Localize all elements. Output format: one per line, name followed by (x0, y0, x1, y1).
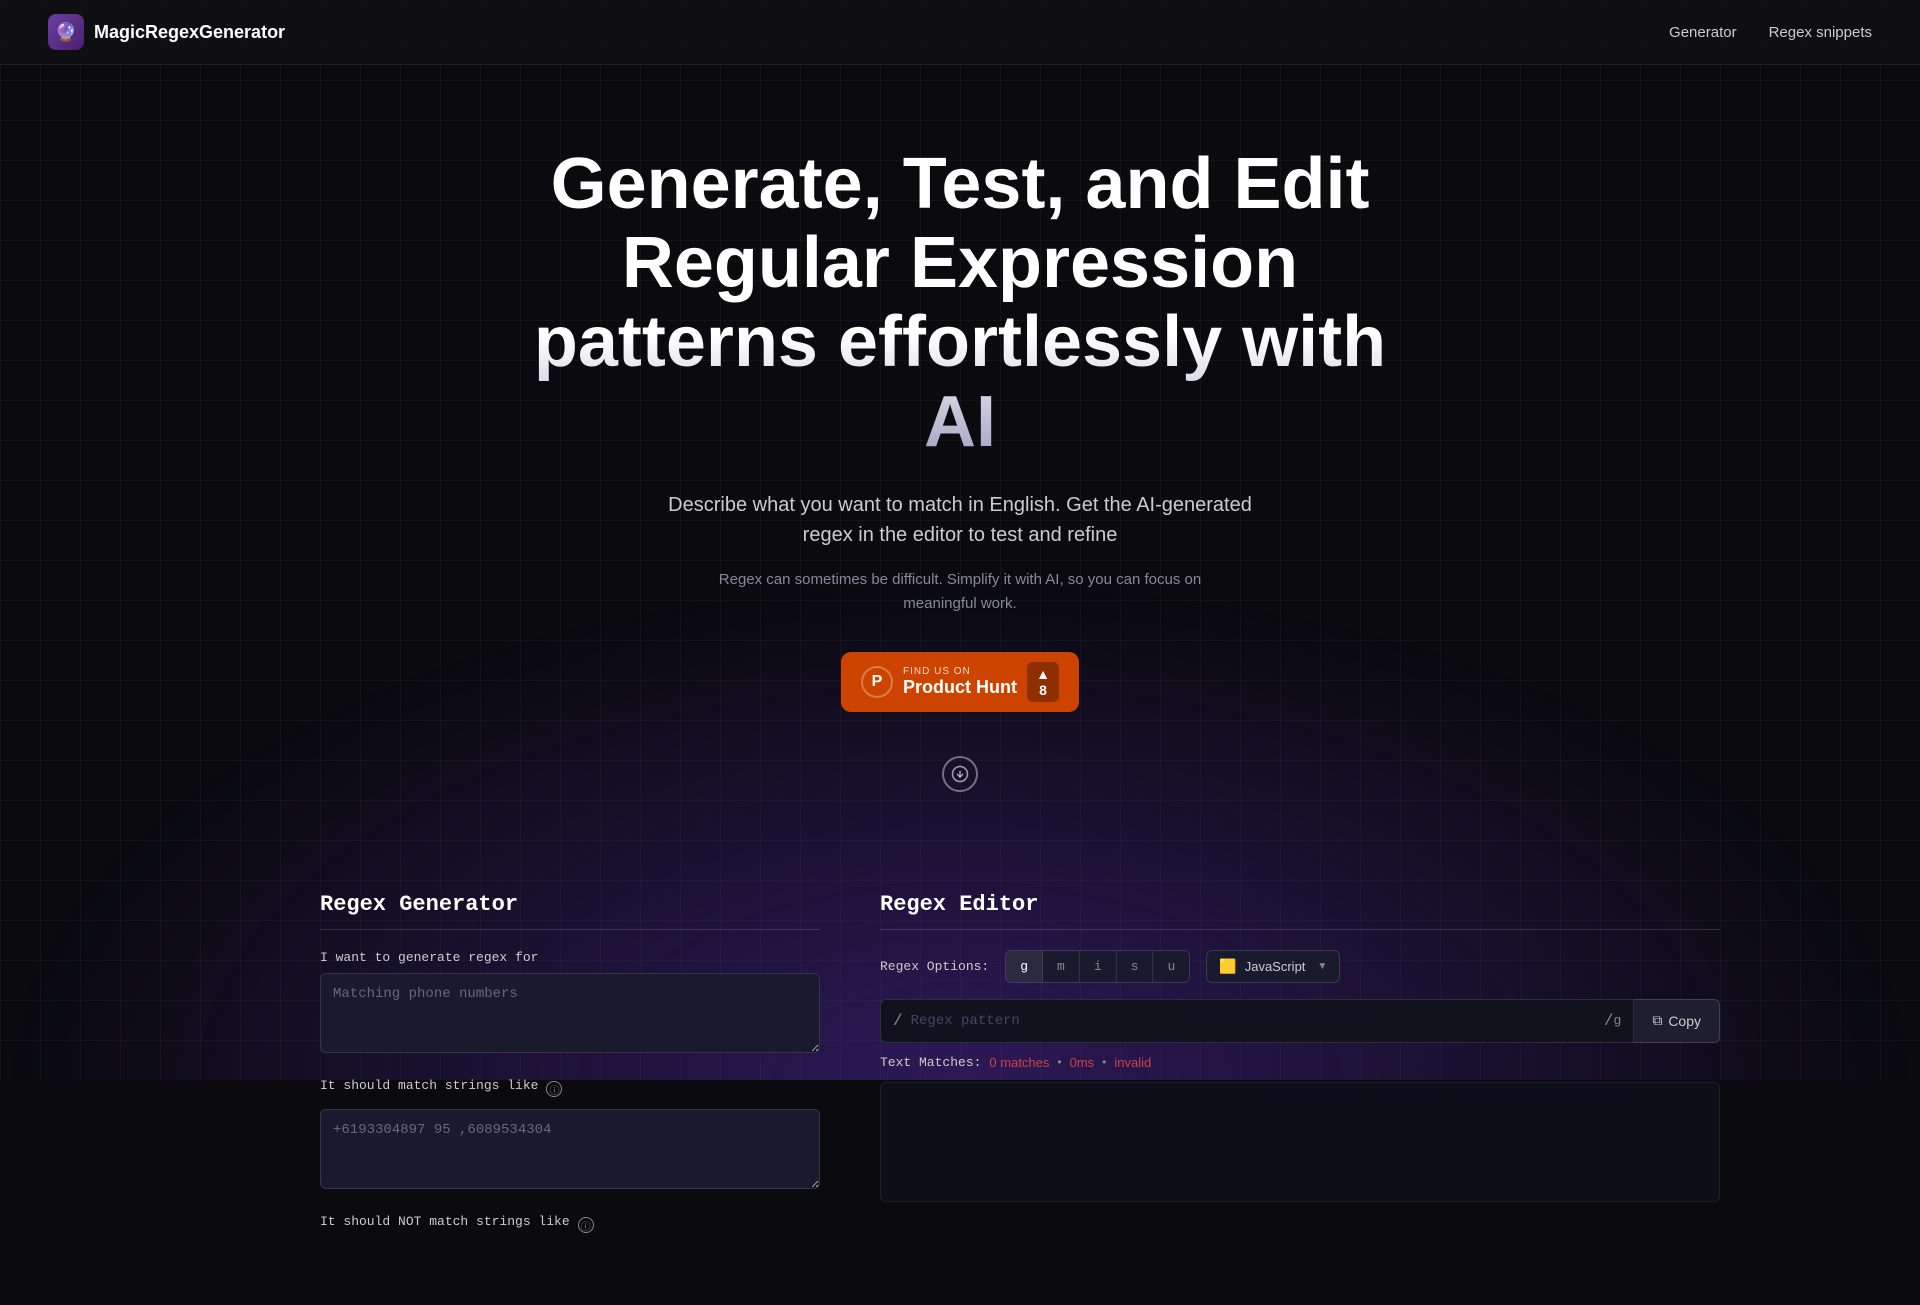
matches-count: 0 matches (989, 1055, 1049, 1070)
match-textarea[interactable] (320, 1109, 820, 1189)
matches-dot-2: • (1102, 1055, 1106, 1069)
scroll-down[interactable] (20, 756, 1900, 792)
product-hunt-text: FIND US ON Product Hunt (903, 666, 1017, 698)
flag-m[interactable]: m (1043, 951, 1080, 982)
logo-text: MagicRegexGenerator (94, 22, 285, 43)
language-label: JavaScript (1245, 959, 1306, 974)
scroll-down-icon[interactable] (942, 756, 978, 792)
hero-subtitle: Describe what you want to match in Engli… (660, 490, 1260, 550)
regex-generator-panel: Regex Generator I want to generate regex… (320, 892, 820, 1245)
copy-button[interactable]: ⧉ Copy (1634, 999, 1720, 1043)
nav-generator[interactable]: Generator (1669, 24, 1737, 41)
regex-editor-panel: Regex Editor Regex Options: g m i s u 🟨 … (880, 892, 1720, 1245)
logo[interactable]: 🔮 MagicRegexGenerator (48, 14, 285, 50)
regex-slash-end: / (1604, 1012, 1614, 1030)
hero-title: Generate, Test, and Edit Regular Express… (510, 145, 1410, 462)
flags-group: g m i s u (1005, 950, 1190, 983)
info-icon-match[interactable]: ⓘ (546, 1081, 562, 1097)
should-not-match-label: It should NOT match strings like (320, 1214, 570, 1229)
main-content: Regex Generator I want to generate regex… (0, 832, 1920, 1305)
regex-input-container: / / g (880, 999, 1634, 1043)
product-hunt-count: ▲ 8 (1027, 662, 1059, 702)
hero-section: Generate, Test, and Edit Regular Express… (0, 65, 1920, 832)
chevron-down-icon: ▼ (1317, 961, 1327, 972)
regex-input-row: / / g ⧉ Copy (880, 999, 1720, 1043)
editor-title: Regex Editor (880, 892, 1720, 930)
language-select[interactable]: 🟨 JavaScript ▼ (1206, 950, 1340, 983)
hero-sub2: Regex can sometimes be difficult. Simpli… (710, 568, 1210, 616)
matches-ms: 0ms (1070, 1055, 1095, 1070)
regex-slash-start: / (893, 1012, 903, 1030)
matches-invalid: invalid (1114, 1055, 1151, 1070)
flag-s[interactable]: s (1117, 951, 1154, 982)
want-label: I want to generate regex for (320, 950, 820, 965)
want-textarea[interactable] (320, 973, 820, 1053)
regex-pattern-input[interactable] (911, 1013, 1600, 1029)
generator-title: Regex Generator (320, 892, 820, 930)
flag-u[interactable]: u (1153, 951, 1189, 982)
options-row: Regex Options: g m i s u 🟨 JavaScript ▼ (880, 950, 1720, 983)
flag-g[interactable]: g (1006, 951, 1043, 982)
matches-row: Text Matches: 0 matches • 0ms • invalid (880, 1055, 1720, 1070)
logo-icon: 🔮 (48, 14, 84, 50)
product-hunt-badge[interactable]: P FIND US ON Product Hunt ▲ 8 (841, 652, 1079, 712)
nav-links: Generator Regex snippets (1669, 24, 1872, 41)
should-not-match-row: It should NOT match strings like ⓘ (320, 1214, 820, 1237)
options-label: Regex Options: (880, 959, 989, 974)
copy-icon: ⧉ (1652, 1012, 1662, 1029)
should-match-label: It should match strings like (320, 1078, 538, 1093)
flag-i[interactable]: i (1080, 951, 1117, 982)
info-icon-no-match[interactable]: ⓘ (578, 1217, 594, 1233)
should-match-row: It should match strings like ⓘ (320, 1078, 820, 1101)
nav-snippets[interactable]: Regex snippets (1769, 24, 1872, 41)
product-hunt-logo: P (861, 666, 893, 698)
regex-flags-end: g (1614, 1013, 1622, 1028)
matches-dot-1: • (1057, 1055, 1061, 1069)
language-emoji: 🟨 (1219, 958, 1236, 975)
text-matches-label: Text Matches: (880, 1055, 981, 1070)
text-matches-area[interactable] (880, 1082, 1720, 1202)
